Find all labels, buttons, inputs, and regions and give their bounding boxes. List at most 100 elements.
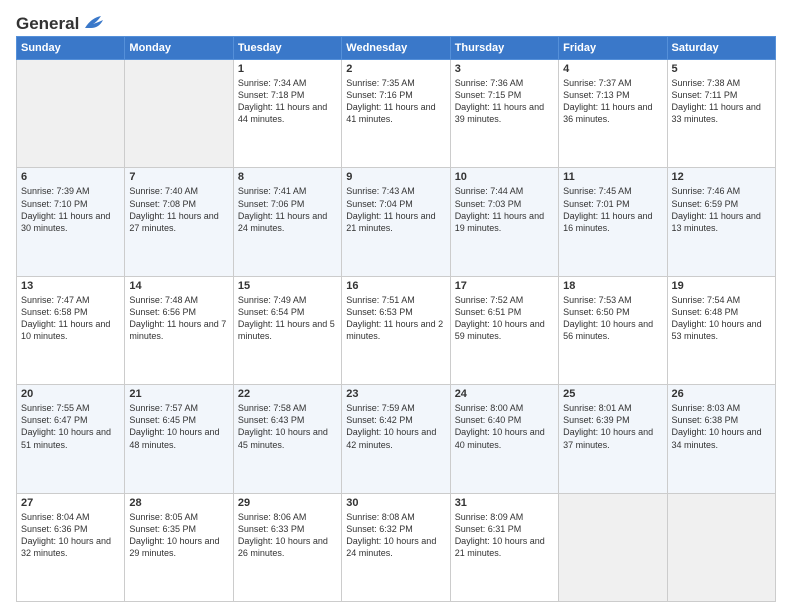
day-content: Sunrise: 8:03 AM Sunset: 6:38 PM Dayligh… [672, 402, 771, 451]
calendar-cell: 31 Sunrise: 8:09 AM Sunset: 6:31 PM Dayli… [450, 493, 558, 601]
weekday-header-friday: Friday [559, 37, 667, 60]
weekday-header-saturday: Saturday [667, 37, 775, 60]
day-number: 7 [129, 171, 228, 183]
calendar-cell [125, 60, 233, 168]
calendar-cell: 18 Sunrise: 7:53 AM Sunset: 6:50 PM Dayli… [559, 276, 667, 384]
logo-general: General [16, 15, 79, 32]
day-content: Sunrise: 8:09 AM Sunset: 6:31 PM Dayligh… [455, 511, 554, 560]
day-number: 10 [455, 171, 554, 183]
calendar-cell: 8 Sunrise: 7:41 AM Sunset: 7:06 PM Daylig… [233, 168, 341, 276]
calendar-header-row: SundayMondayTuesdayWednesdayThursdayFrid… [17, 37, 776, 60]
logo-bird-icon [83, 14, 105, 32]
weekday-header-thursday: Thursday [450, 37, 558, 60]
day-number: 9 [346, 171, 445, 183]
day-content: Sunrise: 7:45 AM Sunset: 7:01 PM Dayligh… [563, 185, 662, 234]
calendar-table: SundayMondayTuesdayWednesdayThursdayFrid… [16, 36, 776, 602]
calendar-cell: 2Sunrise: 7:35 AM Sunset: 7:16 PM Daylig… [342, 60, 450, 168]
day-number: 20 [21, 388, 120, 400]
calendar-week-row: 20 Sunrise: 7:55 AM Sunset: 6:47 PM Dayli… [17, 385, 776, 493]
weekday-header-tuesday: Tuesday [233, 37, 341, 60]
day-content: Sunrise: 7:34 AM Sunset: 7:18 PM Dayligh… [238, 77, 337, 126]
day-number: 16 [346, 280, 445, 292]
day-content: Sunrise: 7:37 AM Sunset: 7:13 PM Dayligh… [563, 77, 662, 126]
calendar-cell: 26 Sunrise: 8:03 AM Sunset: 6:38 PM Dayli… [667, 385, 775, 493]
day-content: Sunrise: 7:55 AM Sunset: 6:47 PM Dayligh… [21, 402, 120, 451]
day-number: 2 [346, 63, 445, 75]
calendar-cell: 19Sunrise: 7:54 AM Sunset: 6:48 PM Dayli… [667, 276, 775, 384]
day-number: 23 [346, 388, 445, 400]
day-number: 22 [238, 388, 337, 400]
day-content: Sunrise: 7:43 AM Sunset: 7:04 PM Dayligh… [346, 185, 445, 234]
weekday-header-sunday: Sunday [17, 37, 125, 60]
day-number: 3 [455, 63, 554, 75]
day-content: Sunrise: 7:57 AM Sunset: 6:45 PM Dayligh… [129, 402, 228, 451]
calendar-cell: 10 Sunrise: 7:44 AM Sunset: 7:03 PM Dayli… [450, 168, 558, 276]
calendar-cell: 3 Sunrise: 7:36 AM Sunset: 7:15 PM Daylig… [450, 60, 558, 168]
calendar-week-row: 6Sunrise: 7:39 AM Sunset: 7:10 PM Daylig… [17, 168, 776, 276]
day-content: Sunrise: 7:53 AM Sunset: 6:50 PM Dayligh… [563, 294, 662, 343]
day-number: 12 [672, 171, 771, 183]
calendar-cell: 30 Sunrise: 8:08 AM Sunset: 6:32 PM Dayli… [342, 493, 450, 601]
day-content: Sunrise: 7:47 AM Sunset: 6:58 PM Dayligh… [21, 294, 120, 343]
calendar-cell: 5 Sunrise: 7:38 AM Sunset: 7:11 PM Daylig… [667, 60, 775, 168]
day-content: Sunrise: 8:08 AM Sunset: 6:32 PM Dayligh… [346, 511, 445, 560]
day-content: Sunrise: 8:00 AM Sunset: 6:40 PM Dayligh… [455, 402, 554, 451]
day-number: 28 [129, 497, 228, 509]
calendar-week-row: 1 Sunrise: 7:34 AM Sunset: 7:18 PM Daylig… [17, 60, 776, 168]
day-content: Sunrise: 7:49 AM Sunset: 6:54 PM Dayligh… [238, 294, 337, 343]
day-content: Sunrise: 7:44 AM Sunset: 7:03 PM Dayligh… [455, 185, 554, 234]
calendar-cell: 12 Sunrise: 7:46 AM Sunset: 6:59 PM Dayli… [667, 168, 775, 276]
calendar-cell: 13 Sunrise: 7:47 AM Sunset: 6:58 PM Dayli… [17, 276, 125, 384]
day-number: 14 [129, 280, 228, 292]
day-number: 13 [21, 280, 120, 292]
calendar-cell: 17Sunrise: 7:52 AM Sunset: 6:51 PM Dayli… [450, 276, 558, 384]
calendar-cell: 15Sunrise: 7:49 AM Sunset: 6:54 PM Dayli… [233, 276, 341, 384]
day-content: Sunrise: 7:36 AM Sunset: 7:15 PM Dayligh… [455, 77, 554, 126]
day-content: Sunrise: 7:48 AM Sunset: 6:56 PM Dayligh… [129, 294, 228, 343]
day-number: 30 [346, 497, 445, 509]
day-number: 26 [672, 388, 771, 400]
day-content: Sunrise: 7:59 AM Sunset: 6:42 PM Dayligh… [346, 402, 445, 451]
day-number: 1 [238, 63, 337, 75]
day-content: Sunrise: 7:52 AM Sunset: 6:51 PM Dayligh… [455, 294, 554, 343]
header: General [16, 14, 776, 30]
day-content: Sunrise: 7:46 AM Sunset: 6:59 PM Dayligh… [672, 185, 771, 234]
day-content: Sunrise: 7:40 AM Sunset: 7:08 PM Dayligh… [129, 185, 228, 234]
day-content: Sunrise: 7:58 AM Sunset: 6:43 PM Dayligh… [238, 402, 337, 451]
day-number: 18 [563, 280, 662, 292]
weekday-header-wednesday: Wednesday [342, 37, 450, 60]
day-number: 11 [563, 171, 662, 183]
day-number: 5 [672, 63, 771, 75]
day-content: Sunrise: 7:41 AM Sunset: 7:06 PM Dayligh… [238, 185, 337, 234]
calendar-cell: 22 Sunrise: 7:58 AM Sunset: 6:43 PM Dayli… [233, 385, 341, 493]
day-number: 25 [563, 388, 662, 400]
calendar-cell: 20 Sunrise: 7:55 AM Sunset: 6:47 PM Dayli… [17, 385, 125, 493]
calendar-cell [559, 493, 667, 601]
calendar-cell: 7 Sunrise: 7:40 AM Sunset: 7:08 PM Daylig… [125, 168, 233, 276]
day-number: 21 [129, 388, 228, 400]
page: General SundayMondayTuesdayWednesdayThur… [0, 0, 792, 612]
calendar-cell: 11 Sunrise: 7:45 AM Sunset: 7:01 PM Dayli… [559, 168, 667, 276]
calendar-cell: 28 Sunrise: 8:05 AM Sunset: 6:35 PM Dayli… [125, 493, 233, 601]
calendar-cell: 14 Sunrise: 7:48 AM Sunset: 6:56 PM Dayli… [125, 276, 233, 384]
calendar-cell: 1 Sunrise: 7:34 AM Sunset: 7:18 PM Daylig… [233, 60, 341, 168]
day-content: Sunrise: 8:01 AM Sunset: 6:39 PM Dayligh… [563, 402, 662, 451]
day-content: Sunrise: 8:06 AM Sunset: 6:33 PM Dayligh… [238, 511, 337, 560]
calendar-cell: 16 Sunrise: 7:51 AM Sunset: 6:53 PM Dayli… [342, 276, 450, 384]
calendar-cell: 23 Sunrise: 7:59 AM Sunset: 6:42 PM Dayli… [342, 385, 450, 493]
day-content: Sunrise: 8:04 AM Sunset: 6:36 PM Dayligh… [21, 511, 120, 560]
calendar-week-row: 27Sunrise: 8:04 AM Sunset: 6:36 PM Dayli… [17, 493, 776, 601]
day-number: 19 [672, 280, 771, 292]
day-number: 29 [238, 497, 337, 509]
logo: General [16, 14, 105, 30]
day-number: 8 [238, 171, 337, 183]
day-content: Sunrise: 8:05 AM Sunset: 6:35 PM Dayligh… [129, 511, 228, 560]
calendar-cell: 24Sunrise: 8:00 AM Sunset: 6:40 PM Dayli… [450, 385, 558, 493]
calendar-week-row: 13 Sunrise: 7:47 AM Sunset: 6:58 PM Dayli… [17, 276, 776, 384]
day-number: 31 [455, 497, 554, 509]
day-content: Sunrise: 7:38 AM Sunset: 7:11 PM Dayligh… [672, 77, 771, 126]
calendar-cell: 4Sunrise: 7:37 AM Sunset: 7:13 PM Daylig… [559, 60, 667, 168]
calendar-cell [17, 60, 125, 168]
calendar-cell: 29 Sunrise: 8:06 AM Sunset: 6:33 PM Dayli… [233, 493, 341, 601]
day-content: Sunrise: 7:51 AM Sunset: 6:53 PM Dayligh… [346, 294, 445, 343]
